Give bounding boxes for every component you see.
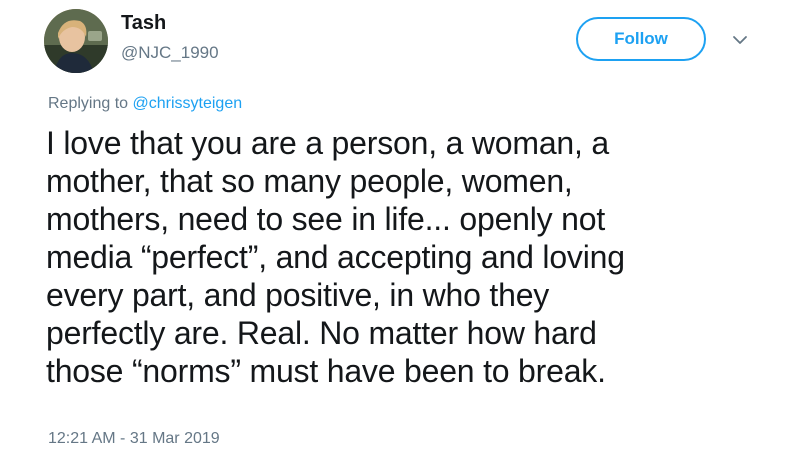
tweet-timestamp[interactable]: 12:21 AM - 31 Mar 2019 xyxy=(48,430,220,448)
avatar[interactable] xyxy=(44,9,108,73)
author-handle[interactable]: @NJC_1990 xyxy=(121,43,219,63)
reply-prefix: Replying to xyxy=(48,95,129,112)
follow-button[interactable]: Follow xyxy=(576,17,706,61)
reply-mention-link[interactable]: @chrissyteigen xyxy=(133,95,243,112)
chevron-down-icon[interactable] xyxy=(728,28,752,52)
tweet-card: Tash @NJC_1990 Follow Replying to @chris… xyxy=(0,0,800,459)
author-display-name[interactable]: Tash xyxy=(121,12,166,35)
avatar-image xyxy=(44,9,108,73)
reply-context: Replying to @chrissyteigen xyxy=(48,95,242,113)
tweet-text: I love that you are a person, a woman, a… xyxy=(46,125,625,389)
